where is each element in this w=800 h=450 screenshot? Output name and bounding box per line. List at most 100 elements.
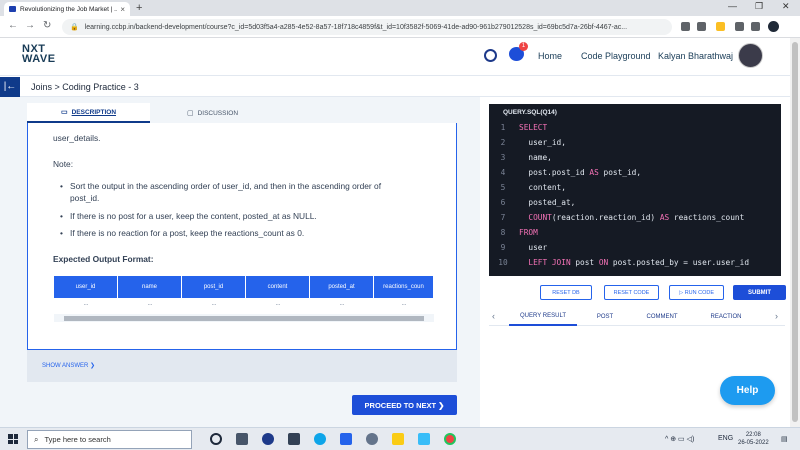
chrome-icon[interactable] bbox=[444, 433, 456, 445]
app-icon[interactable] bbox=[418, 433, 430, 445]
table-cell: ... bbox=[83, 301, 89, 307]
maximize-button[interactable]: ❐ bbox=[755, 1, 763, 12]
tray-icons[interactable]: ^ ⊕ ▭ ◁) bbox=[665, 435, 694, 443]
page-scrollbar-thumb[interactable] bbox=[792, 42, 798, 422]
terminal-icon[interactable] bbox=[288, 433, 300, 445]
editor-actions: RESET DB RESET CODE ▷ RUN CODE SUBMIT bbox=[489, 282, 789, 302]
app-icon[interactable] bbox=[262, 433, 274, 445]
table-cell: ... bbox=[211, 301, 217, 307]
show-answer-bar: SHOW ANSWER ❯ bbox=[27, 350, 457, 382]
column-header: user_id bbox=[54, 276, 118, 298]
code-text: post.post_id bbox=[519, 168, 590, 177]
line-number: 3 bbox=[500, 153, 506, 162]
puzzle-icon[interactable] bbox=[735, 22, 744, 31]
notifications-icon[interactable]: ▤ bbox=[781, 435, 788, 443]
tab-comment[interactable]: COMMENT bbox=[639, 308, 685, 326]
table-scrollbar[interactable] bbox=[54, 314, 434, 322]
share-icon[interactable] bbox=[681, 22, 690, 31]
new-tab-button[interactable]: + bbox=[136, 2, 142, 14]
address-bar-row: ← → ↻ 🔒 learning.ccbp.in/backend-develop… bbox=[0, 16, 800, 38]
chevron-right-icon[interactable]: › bbox=[775, 311, 778, 321]
code-line[interactable]: 10 LEFT JOIN post ON post.posted_by = us… bbox=[493, 258, 749, 273]
close-tab-icon[interactable]: × bbox=[120, 5, 125, 14]
chevron-left-icon[interactable]: ‹ bbox=[492, 311, 495, 321]
code-line[interactable]: 6 posted_at, bbox=[493, 198, 749, 213]
windows-taskbar: ⌕ Type here to search ^ ⊕ ▭ ◁) ENG 22:08… bbox=[0, 427, 800, 450]
scrollbar-thumb[interactable] bbox=[64, 316, 424, 321]
expected-output-heading: Expected Output Format: bbox=[53, 254, 154, 264]
taskbar-search-input[interactable]: ⌕ Type here to search bbox=[27, 430, 192, 449]
code-line[interactable]: 8 FROM bbox=[493, 228, 749, 243]
lock-icon: 🔒 bbox=[70, 24, 79, 31]
line-number: 7 bbox=[500, 213, 506, 222]
reload-button[interactable]: ↻ bbox=[43, 20, 51, 31]
tab-post[interactable]: POST bbox=[587, 308, 623, 326]
submit-button[interactable]: SUBMIT bbox=[733, 285, 786, 300]
close-window-button[interactable]: ✕ bbox=[782, 1, 790, 12]
code-text: user bbox=[519, 243, 548, 252]
sql-keyword: AS bbox=[659, 213, 670, 222]
nxtwave-logo[interactable]: NXT WAVE bbox=[22, 44, 56, 65]
cortana-icon[interactable] bbox=[210, 433, 222, 445]
user-name[interactable]: Kalyan Bharathwaj bbox=[658, 51, 733, 61]
code-editor[interactable]: QUERY.SQL(Q14) 1 SELECT 2 user_id, 3 name, 4… bbox=[489, 104, 781, 276]
code-lines[interactable]: 1 SELECT 2 user_id, 3 name, 4 post.post_id A… bbox=[493, 123, 749, 273]
help-button[interactable]: Help bbox=[720, 376, 775, 405]
editor-title: QUERY.SQL(Q14) bbox=[503, 109, 557, 116]
column-header: post_id bbox=[182, 276, 246, 298]
code-line[interactable]: 9 user bbox=[493, 243, 749, 258]
sidebar-toggle-button[interactable]: |← bbox=[0, 77, 20, 97]
column-header: posted_at bbox=[310, 276, 374, 298]
extension-icon[interactable] bbox=[716, 22, 725, 31]
tab-description[interactable]: ▭ DESCRIPTION bbox=[27, 103, 150, 123]
code-line[interactable]: 4 post.post_id AS post_id, bbox=[493, 168, 749, 183]
timer-icon[interactable] bbox=[484, 49, 497, 62]
page-scrollbar[interactable] bbox=[790, 38, 800, 427]
document-icon: ▭ bbox=[60, 109, 68, 116]
code-line[interactable]: 3 name, bbox=[493, 153, 749, 168]
taskbar-clock[interactable]: 22:08 26-05-2022 bbox=[738, 431, 769, 447]
task-view-icon[interactable] bbox=[236, 433, 248, 445]
clock-date: 26-05-2022 bbox=[738, 440, 769, 446]
sql-keyword: ON bbox=[598, 258, 609, 267]
description-content: user_details. Note: Sort the output in t… bbox=[27, 123, 457, 350]
forward-button[interactable]: → bbox=[25, 20, 35, 31]
line-number: 10 bbox=[498, 258, 508, 267]
table-cell: ... bbox=[339, 301, 345, 307]
code-line[interactable]: 2 user_id, bbox=[493, 138, 749, 153]
code-line[interactable]: 5 content, bbox=[493, 183, 749, 198]
code-line[interactable]: 7 COUNT(reaction.reaction_id) AS reactio… bbox=[493, 213, 749, 228]
back-button[interactable]: ← bbox=[8, 20, 18, 31]
settings-gear-icon[interactable] bbox=[366, 433, 378, 445]
reset-db-button[interactable]: RESET DB bbox=[540, 285, 592, 300]
user-avatar[interactable] bbox=[738, 43, 763, 68]
tab-query-result[interactable]: QUERY RESULT bbox=[509, 308, 577, 326]
bookmark-icon[interactable] bbox=[697, 22, 706, 31]
minimize-button[interactable]: — bbox=[728, 1, 737, 11]
home-link[interactable]: Home bbox=[538, 51, 562, 61]
language-indicator[interactable]: ENG bbox=[718, 435, 733, 442]
proceed-to-next-button[interactable]: PROCEED TO NEXT ❯ bbox=[352, 395, 457, 415]
file-explorer-icon[interactable] bbox=[392, 433, 404, 445]
profile-avatar[interactable] bbox=[768, 21, 779, 32]
edge-icon[interactable] bbox=[314, 433, 326, 445]
table-cell: ... bbox=[147, 301, 153, 307]
sidepanel-icon[interactable] bbox=[751, 22, 760, 31]
tab-discussion[interactable]: ▢ DISCUSSION bbox=[150, 103, 275, 123]
store-icon[interactable] bbox=[340, 433, 352, 445]
run-code-button[interactable]: ▷ RUN CODE bbox=[669, 285, 724, 300]
note-bullet: Sort the output in the ascending order o… bbox=[60, 180, 410, 204]
windows-start-icon[interactable] bbox=[8, 434, 18, 444]
logo-line2: WAVE bbox=[22, 53, 56, 65]
column-header: reactions_coun bbox=[374, 276, 434, 298]
output-table-header: user_id name post_id content posted_at r… bbox=[54, 276, 434, 298]
code-playground-link[interactable]: Code Playground bbox=[581, 51, 651, 61]
url-input[interactable]: 🔒 learning.ccbp.in/backend-development/c… bbox=[62, 19, 672, 35]
tab-reaction[interactable]: REACTION bbox=[701, 308, 751, 326]
browser-tab[interactable]: Revolutionizing the Job Market | ... × bbox=[4, 2, 130, 16]
app-header: NXT WAVE 1 Home Code Playground Kalyan B… bbox=[0, 38, 790, 76]
reset-code-button[interactable]: RESET CODE bbox=[604, 285, 659, 300]
show-answer-link[interactable]: SHOW ANSWER ❯ bbox=[42, 362, 95, 369]
code-line[interactable]: 1 SELECT bbox=[493, 123, 749, 138]
